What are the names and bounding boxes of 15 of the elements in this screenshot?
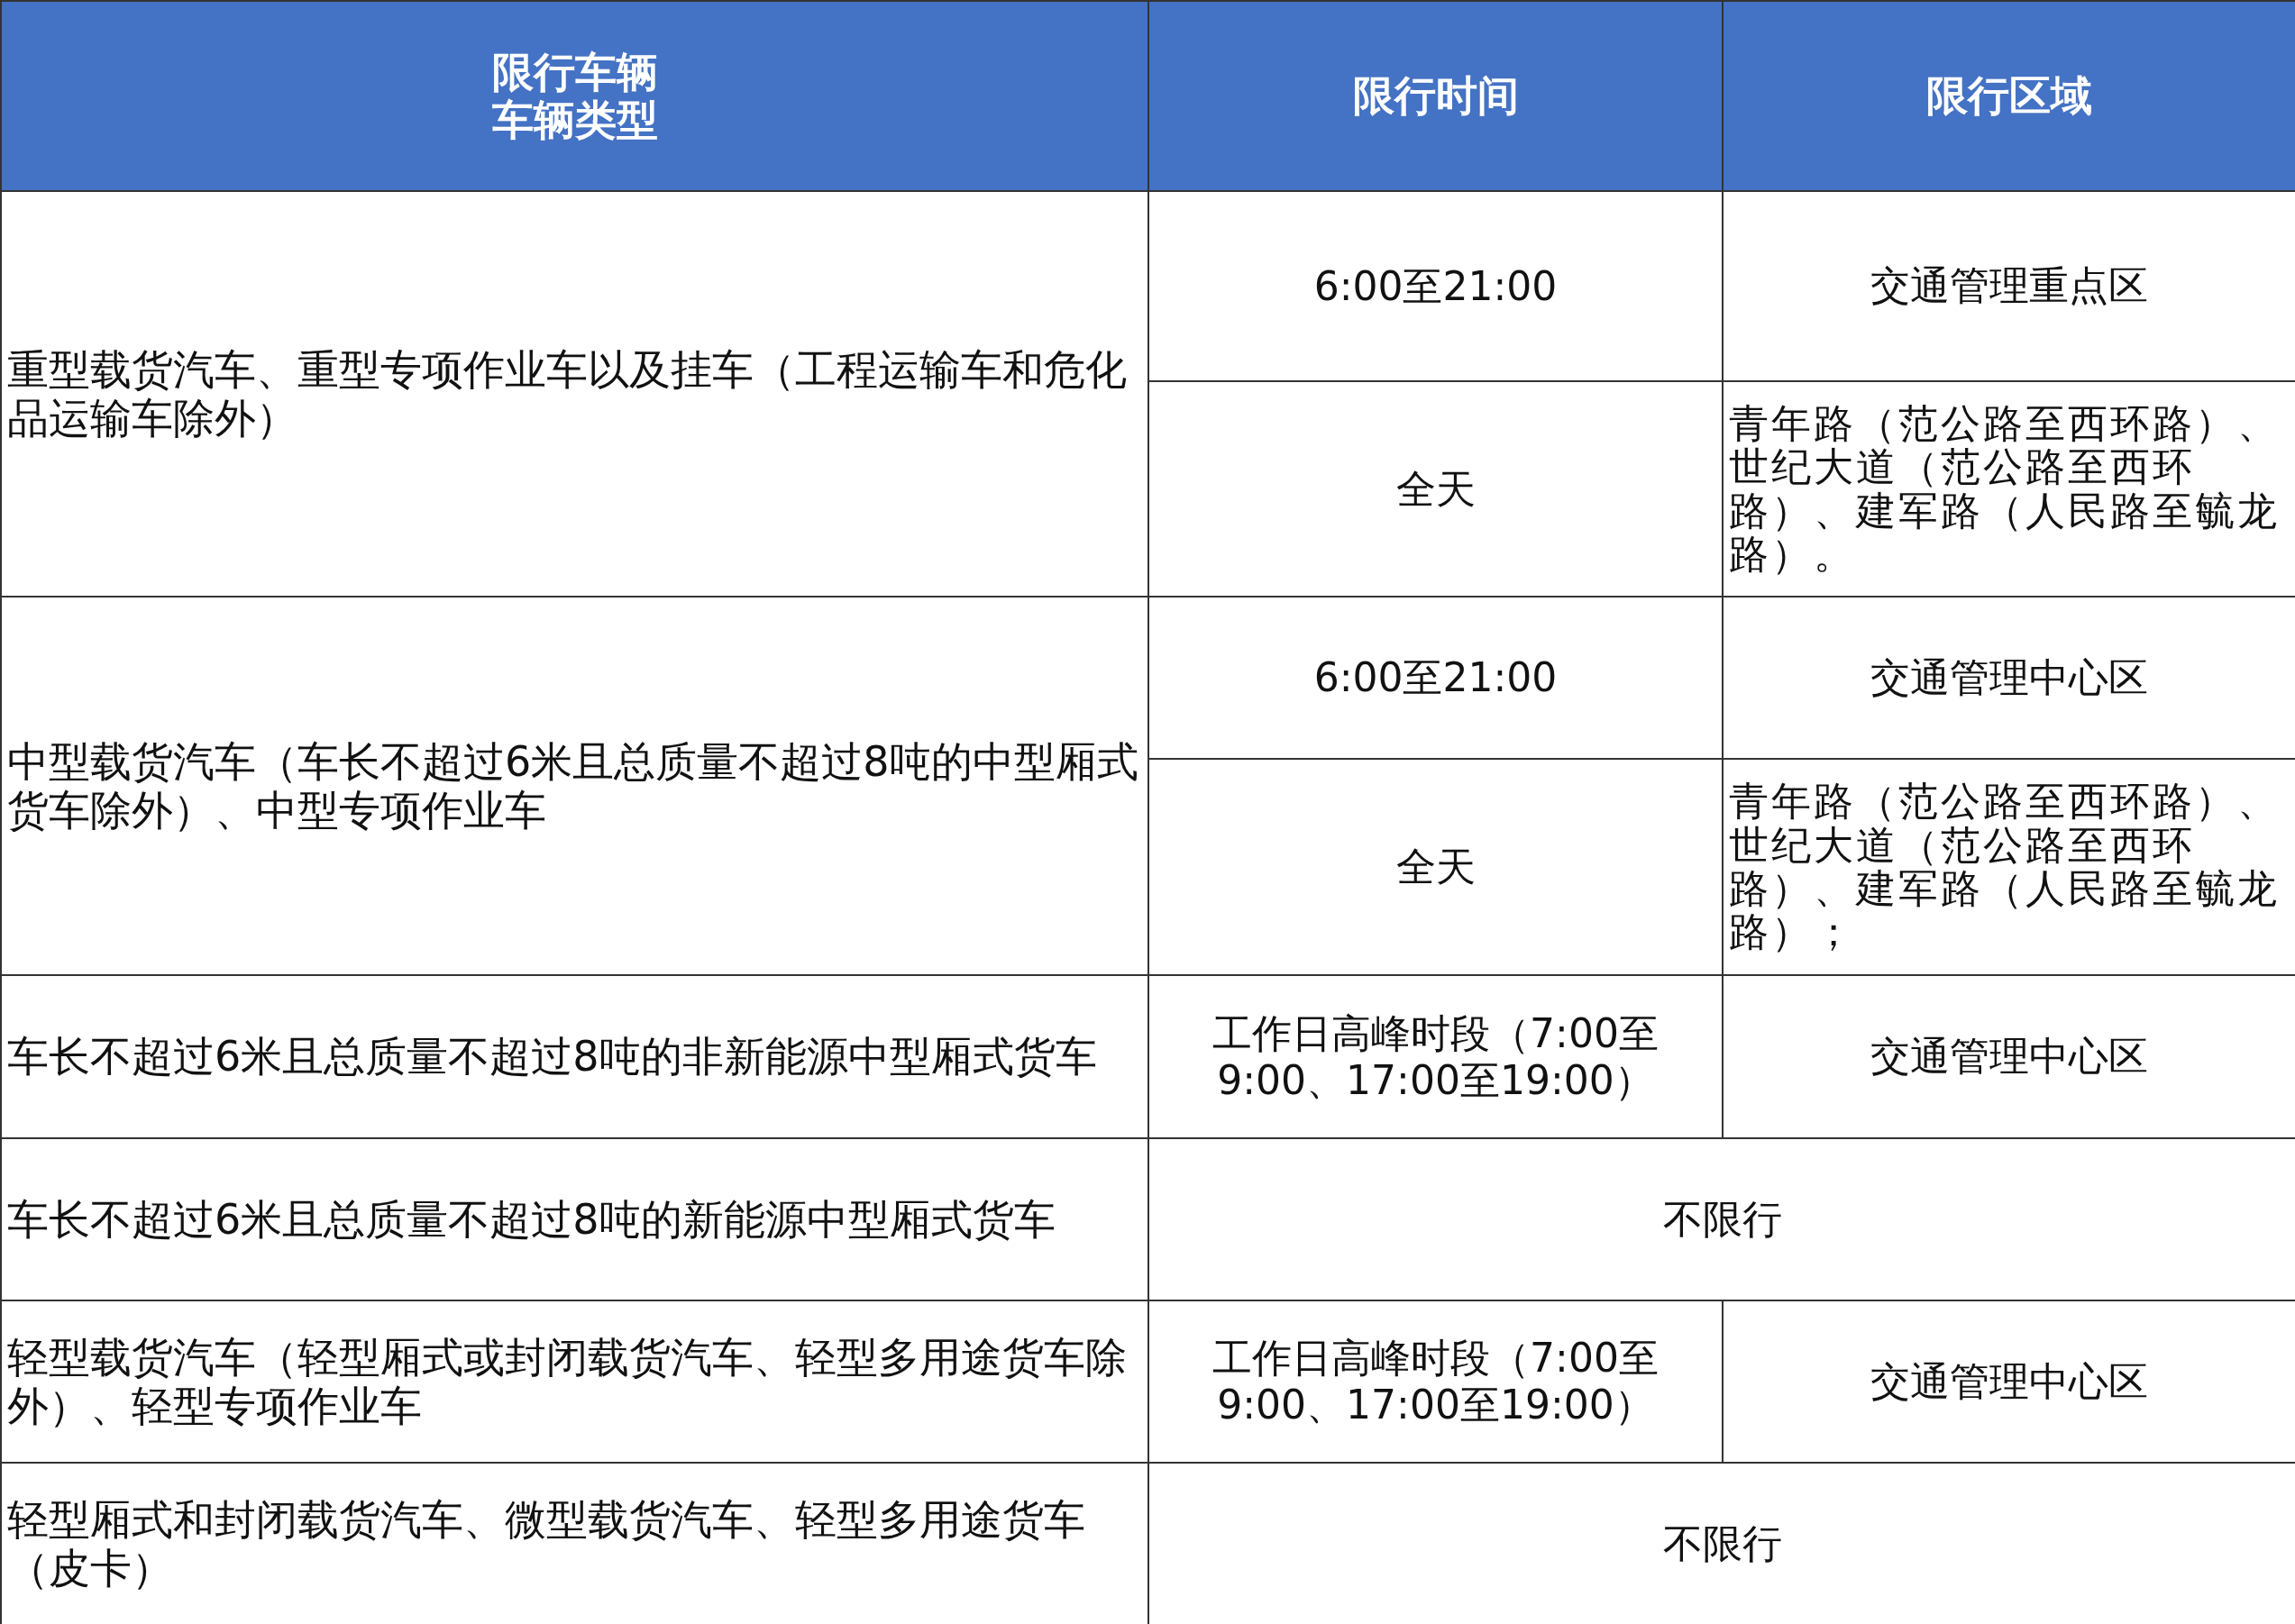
table-cell: 中型载货汽车（车长不超过6米且总质量不超过8吨的中型厢式货车除外）、中型专项作业车 (1, 597, 1148, 975)
table-cell: 工作日高峰时段（7:00至9:00、17:00至19:00） (1148, 975, 1723, 1138)
column-header: 限行区域 (1926, 72, 2092, 120)
table-cell: 轻型载货汽车（轻型厢式或封闭载货汽车、轻型多用途货车除外）、轻型专项作业车 (1, 1300, 1148, 1463)
table-cell: 车长不超过6米且总质量不超过8吨的非新能源中型厢式货车 (1, 975, 1148, 1138)
table-cell: 6:00至21:00 (1148, 597, 1723, 759)
table-cell: 全天 (1148, 759, 1723, 975)
table-cell: 车长不超过6米且总质量不超过8吨的新能源中型厢式货车 (1, 1138, 1148, 1300)
table-cell: 轻型厢式和封闭载货汽车、微型载货汽车、轻型多用途货车（皮卡） (1, 1463, 1148, 1624)
column-header: 限行车辆车辆类型 (490, 48, 659, 144)
table-cell: 工作日高峰时段（7:00至9:00、17:00至19:00） (1148, 1300, 1723, 1463)
table-cell: 重型载货汽车、重型专项作业车以及挂车（工程运输车和危化品运输车除外） (1, 191, 1148, 597)
table-cell: 全天 (1148, 381, 1723, 597)
column-header: 限行时间 (1352, 72, 1519, 120)
table-cell: 6:00至21:00 (1148, 191, 1723, 381)
